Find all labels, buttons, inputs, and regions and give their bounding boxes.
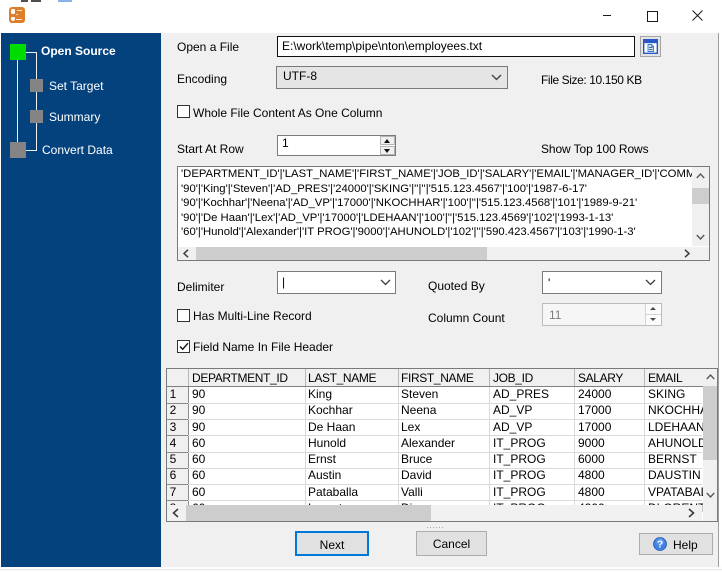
svg-text:?: ?	[657, 540, 663, 551]
